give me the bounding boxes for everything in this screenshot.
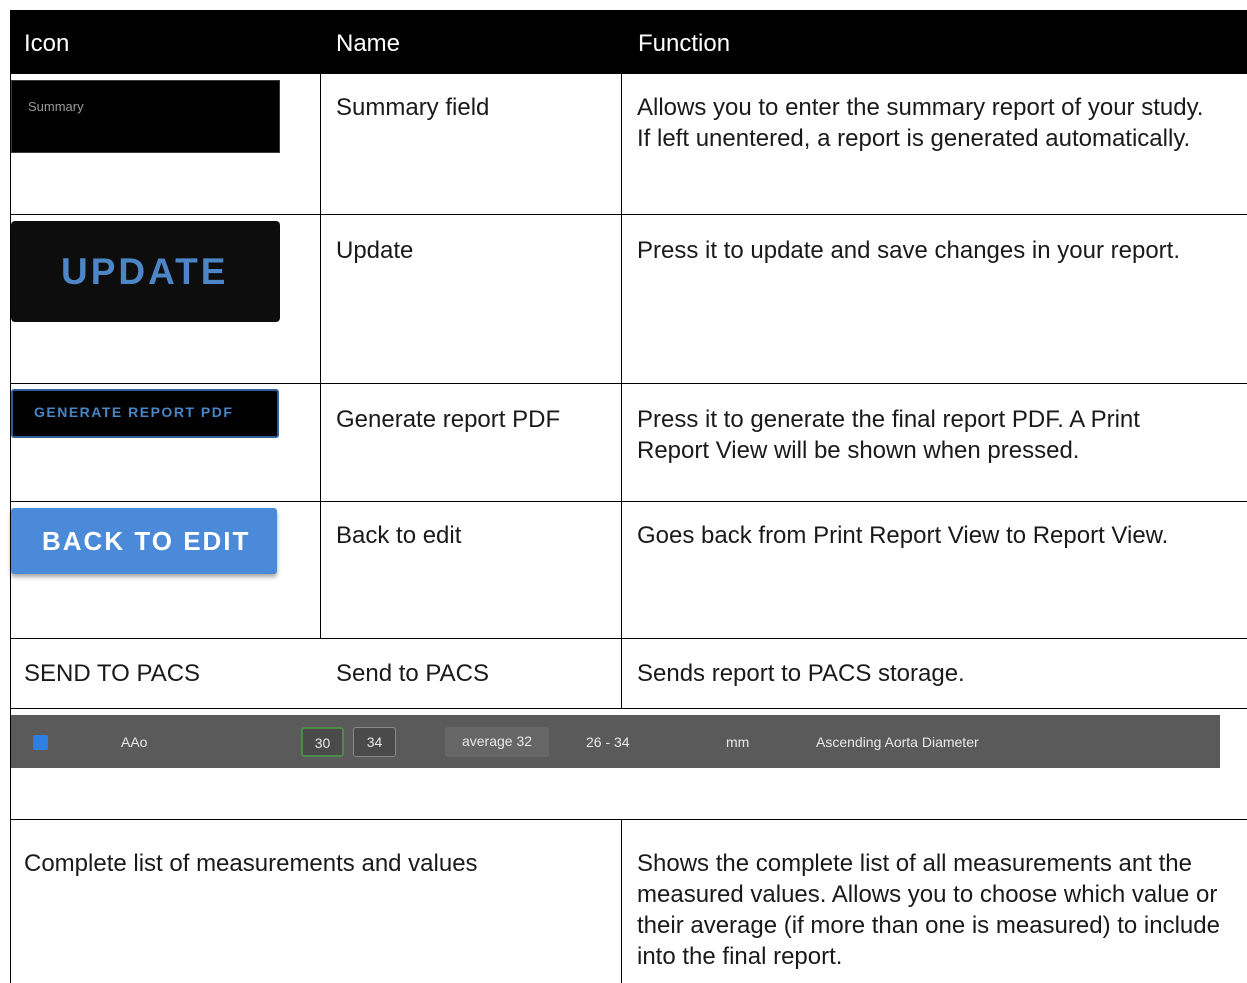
generate-report-pdf-button-icon: GENERATE REPORT PDF	[11, 389, 279, 438]
row-name: Send to PACS	[336, 660, 489, 687]
row-name: Complete list of measurements and values	[24, 850, 478, 877]
summary-placeholder: Summary	[28, 99, 84, 114]
row-function: Press it to generate the final report PD…	[637, 406, 1140, 464]
measurement-description: Ascending Aorta Diameter	[816, 734, 979, 750]
row-name: Summary field	[336, 94, 490, 121]
row-divider	[10, 214, 1247, 215]
row-function: Shows the complete list of all measureme…	[637, 850, 1220, 970]
header-function: Function	[638, 30, 731, 57]
measurement-label: AAo	[121, 734, 148, 750]
reference-range: 26 - 34	[586, 734, 630, 750]
unit: mm	[726, 734, 750, 750]
row-name: Generate report PDF	[336, 406, 561, 433]
header-icon: Icon	[24, 30, 70, 57]
column-divider	[621, 74, 622, 708]
row-name: Back to edit	[336, 522, 462, 549]
row-function: Sends report to PACS storage.	[637, 660, 965, 687]
back-to-edit-button-icon: BACK TO EDIT	[11, 508, 277, 574]
column-divider	[320, 74, 321, 638]
table-frame	[10, 10, 1247, 983]
measured-value: 34	[353, 727, 396, 757]
row-name: Update	[336, 237, 414, 264]
generate-report-pdf-label: GENERATE REPORT PDF	[34, 404, 234, 420]
row-divider	[10, 819, 1247, 820]
summary-field-icon: Summary	[11, 80, 280, 153]
checkbox-icon	[33, 735, 48, 750]
send-to-pacs-text: SEND TO PACS	[24, 660, 201, 687]
update-button-icon: UPDATE	[11, 221, 280, 322]
measured-value-selected: 30	[301, 727, 344, 757]
back-to-edit-label: BACK TO EDIT	[42, 526, 251, 556]
row-function: Allows you to enter the summary report o…	[637, 94, 1204, 152]
row-function: Goes back from Print Report View to Repo…	[637, 522, 1169, 549]
row-function: Press it to update and save changes in y…	[637, 237, 1180, 264]
header-name: Name	[336, 30, 401, 57]
measurement-row-example: AAo 30 34 average 32 26 - 34 mm Ascendin…	[11, 715, 1220, 768]
table-header: Icon Name Function	[10, 10, 1247, 74]
update-button-label: UPDATE	[61, 251, 229, 292]
average-value: average 32	[445, 727, 549, 757]
row-divider	[10, 708, 1247, 709]
row-divider	[10, 638, 1247, 639]
row-divider	[10, 383, 1247, 384]
row-divider	[10, 501, 1247, 502]
column-divider	[621, 819, 622, 983]
